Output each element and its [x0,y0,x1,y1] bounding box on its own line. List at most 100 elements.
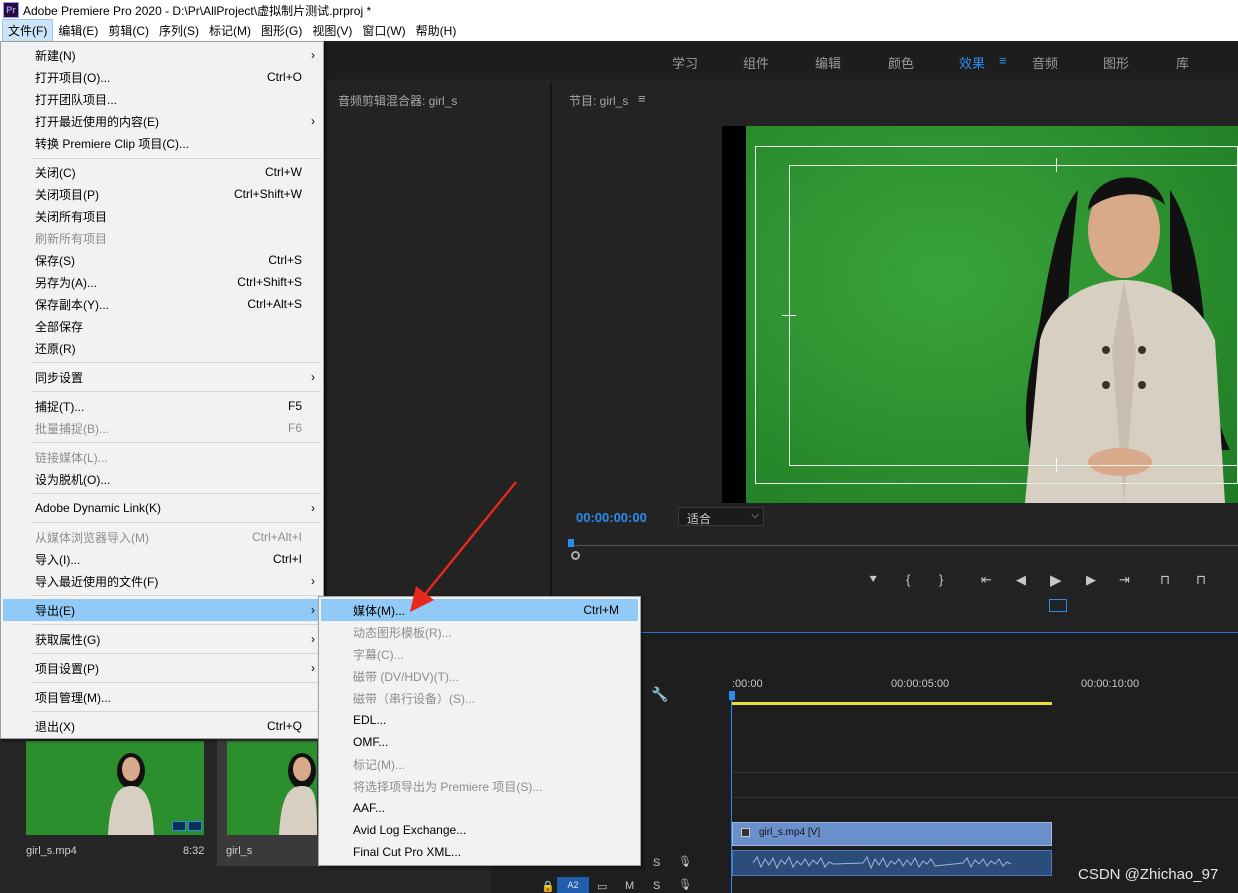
export-omf[interactable]: OMF... [321,731,638,753]
file-menu-open-team-project[interactable]: 打开团队项目... [3,88,321,110]
safe-guide-mark [782,315,796,316]
wrench-icon[interactable]: 🔧 [651,686,668,703]
ruler-label: 00:00:05:00 [891,678,950,690]
video-badge-icon [172,821,186,831]
menu-separator [31,442,321,443]
sync-lock-icon[interactable]: ▭ [597,880,607,893]
monitor-time-ruler[interactable] [568,545,1238,546]
menu-separator [31,595,321,596]
track-a2-target[interactable]: A2 [557,877,589,893]
file-menu-save-as[interactable]: 另存为(A)... Ctrl+Shift+S [3,271,321,293]
workspace-assembly[interactable]: 组件 [743,53,769,72]
extract-icon[interactable]: ⊓ [1196,572,1206,588]
file-menu-batch-capture[interactable]: 批量捕捉(B)... F6 [3,417,321,439]
playhead-timecode[interactable]: 00:00:00:00 [576,510,647,525]
file-menu-new[interactable]: 新建(N) › [3,44,321,66]
file-menu-import-recent[interactable]: 导入最近使用的文件(F) › [3,570,321,592]
file-menu-project-settings[interactable]: 项目设置(P) › [3,657,321,679]
bin-item-name: girl_s [226,845,253,857]
file-menu-import-from-browser[interactable]: 从媒体浏览器导入(M) Ctrl+Alt+I [3,526,321,548]
file-menu-save[interactable]: 保存(S) Ctrl+S [3,249,321,271]
export-frame-icon[interactable] [1049,599,1067,612]
mark-out-icon[interactable]: } [939,572,943,587]
step-forward-icon[interactable]: ▶ [1086,572,1096,588]
export-captions[interactable]: 字幕(C)... [321,643,638,665]
file-menu-save-all[interactable]: 全部保存 [3,315,321,337]
file-menu-export[interactable]: 导出(E) › [3,599,321,621]
menu-view[interactable]: 视图(V) [307,20,357,41]
file-menu-open-project[interactable]: 打开项目(O)... Ctrl+O [3,66,321,88]
step-back-icon[interactable]: ◀ [1016,572,1026,588]
timeline-playhead[interactable] [729,691,735,700]
file-menu-make-offline[interactable]: 设为脱机(O)... [3,468,321,490]
monitor-playhead[interactable] [568,539,574,547]
export-motion-graphics-template[interactable]: 动态图形模板(R)... [321,621,638,643]
workspace-color[interactable]: 颜色 [888,53,914,72]
file-menu-convert-clip[interactable]: 转换 Premiere Clip 项目(C)... [3,132,321,154]
file-menu-exit[interactable]: 退出(X) Ctrl+Q [3,715,321,737]
solo-button[interactable]: S [653,880,660,892]
menu-window[interactable]: 窗口(W) [357,20,410,41]
menu-clip[interactable]: 剪辑(C) [103,20,154,41]
workspace-learning[interactable]: 学习 [672,53,698,72]
menu-edit[interactable]: 编辑(E) [53,20,103,41]
file-menu-close-all[interactable]: 关闭所有项目 [3,205,321,227]
bin-thumbnail[interactable] [26,741,204,835]
mute-button[interactable]: M [625,880,634,892]
solo-button[interactable]: S [653,857,660,869]
file-menu-get-properties[interactable]: 获取属性(G) › [3,628,321,650]
menu-file[interactable]: 文件(F) [2,19,54,42]
workspace-graphics[interactable]: 图形 [1103,53,1129,72]
workspace-editing[interactable]: 编辑 [815,53,841,72]
workspace-effects[interactable]: 效果 [959,53,985,72]
add-marker-icon[interactable]: ⯆ [868,572,878,588]
export-final-cut-xml[interactable]: Final Cut Pro XML... [321,841,638,863]
panel-menu-icon[interactable]: ≡ [638,91,646,106]
export-tape-serial[interactable]: 磁带（串行设备）(S)... [321,687,638,709]
voice-over-icon[interactable]: 🎙 [678,878,692,891]
file-menu-sync-settings[interactable]: 同步设置 › [3,366,321,388]
file-menu-open-recent[interactable]: 打开最近使用的内容(E) › [3,110,321,132]
file-menu-save-copy[interactable]: 保存副本(Y)... Ctrl+Alt+S [3,293,321,315]
voice-over-icon[interactable]: 🎙 [678,855,692,868]
go-to-in-icon[interactable]: ⇤ [981,572,992,588]
file-menu-refresh-all[interactable]: 刷新所有项目 [3,227,321,249]
play-icon[interactable]: ▶ [1050,571,1062,589]
go-to-out-icon[interactable]: ⇥ [1119,572,1130,588]
lift-icon[interactable]: ⊓ [1160,572,1170,588]
audio-clip[interactable] [732,850,1052,876]
file-menu-close-project[interactable]: 关闭项目(P) Ctrl+Shift+W [3,183,321,205]
export-markers[interactable]: 标记(M)... [321,753,638,775]
bin-thumbnail [227,741,317,835]
mixer-panel-title[interactable]: 音频剪辑混合器: girl_s [338,92,457,109]
menu-separator [31,682,321,683]
menu-graphics[interactable]: 图形(G) [256,20,307,41]
work-area-bar[interactable] [732,702,1052,705]
menu-help[interactable]: 帮助(H) [411,20,462,41]
export-tape-dv[interactable]: 磁带 (DV/HDV)(T)... [321,665,638,687]
menu-sequence[interactable]: 序列(S) [154,20,204,41]
lock-icon[interactable]: 🔒 [541,880,555,893]
submenu-arrow-icon: › [311,501,315,515]
fit-dropdown[interactable]: 适合 ⌵ [678,507,764,526]
zoom-handle[interactable] [571,551,580,560]
file-menu-import[interactable]: 导入(I)... Ctrl+I [3,548,321,570]
export-edl[interactable]: EDL... [321,709,638,731]
file-menu-dynamic-link[interactable]: Adobe Dynamic Link(K) › [3,497,321,519]
file-menu-revert[interactable]: 还原(R) [3,337,321,359]
export-aaf[interactable]: AAF... [321,797,638,819]
mark-in-icon[interactable]: { [906,572,910,587]
workspace-menu-icon[interactable]: ≡ [999,53,1007,68]
menu-markers[interactable]: 标记(M) [204,20,256,41]
file-menu-close[interactable]: 关闭(C) Ctrl+W [3,161,321,183]
workspace-libraries[interactable]: 库 [1176,53,1189,72]
workspace-audio[interactable]: 音频 [1032,53,1058,72]
program-panel-title[interactable]: 节目: girl_s [569,92,628,109]
file-menu-capture[interactable]: 捕捉(T)... F5 [3,395,321,417]
file-menu-project-manager[interactable]: 项目管理(M)... [3,686,321,708]
safe-guide-mark [1056,158,1057,172]
export-avid-log[interactable]: Avid Log Exchange... [321,819,638,841]
file-menu-link-media[interactable]: 链接媒体(L)... [3,446,321,468]
video-clip[interactable]: girl_s.mp4 [V] [732,822,1052,846]
export-selection-as-project[interactable]: 将选择项导出为 Premiere 项目(S)... [321,775,638,797]
